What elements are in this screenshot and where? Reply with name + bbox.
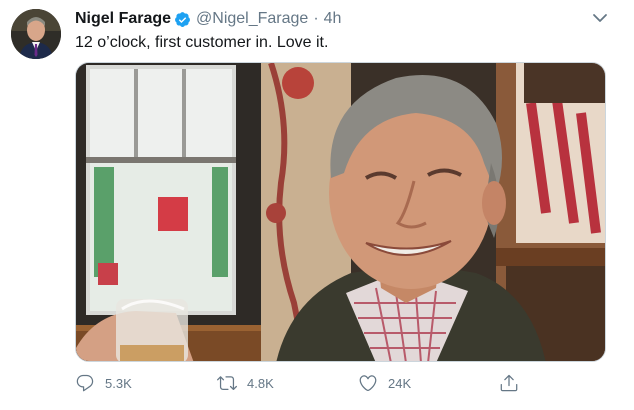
retweet-count: 4.8K bbox=[247, 375, 274, 391]
chevron-down-icon[interactable] bbox=[591, 11, 609, 25]
tweet-text: 12 o’clock, first customer in. Love it. bbox=[75, 34, 329, 51]
avatar[interactable] bbox=[11, 9, 61, 59]
like-button[interactable]: 24K bbox=[358, 371, 411, 395]
like-count: 24K bbox=[388, 375, 412, 391]
share-icon bbox=[500, 374, 518, 392]
author-name[interactable]: Nigel Farage bbox=[75, 10, 171, 28]
retweet-icon bbox=[217, 376, 237, 391]
tweet-header: Nigel Farage @Nigel_Farage · 4h bbox=[75, 9, 341, 29]
reply-icon bbox=[76, 374, 94, 392]
reply-button[interactable]: 5.3K bbox=[75, 371, 132, 395]
tweet-card[interactable]: Nigel Farage @Nigel_Farage · 4h 12 o’clo… bbox=[0, 0, 634, 410]
heart-icon bbox=[359, 375, 377, 392]
author-handle[interactable]: @Nigel_Farage bbox=[196, 10, 308, 28]
tweet-actions: 5.3K 4.8K 24K bbox=[75, 371, 606, 395]
tweet-timestamp[interactable]: 4h bbox=[324, 10, 342, 28]
separator-dot: · bbox=[313, 10, 319, 27]
tweet-photo[interactable] bbox=[75, 62, 606, 362]
reply-count: 5.3K bbox=[105, 375, 132, 391]
verified-badge-icon bbox=[174, 11, 191, 28]
share-button[interactable] bbox=[499, 371, 529, 395]
retweet-button[interactable]: 4.8K bbox=[217, 371, 274, 395]
